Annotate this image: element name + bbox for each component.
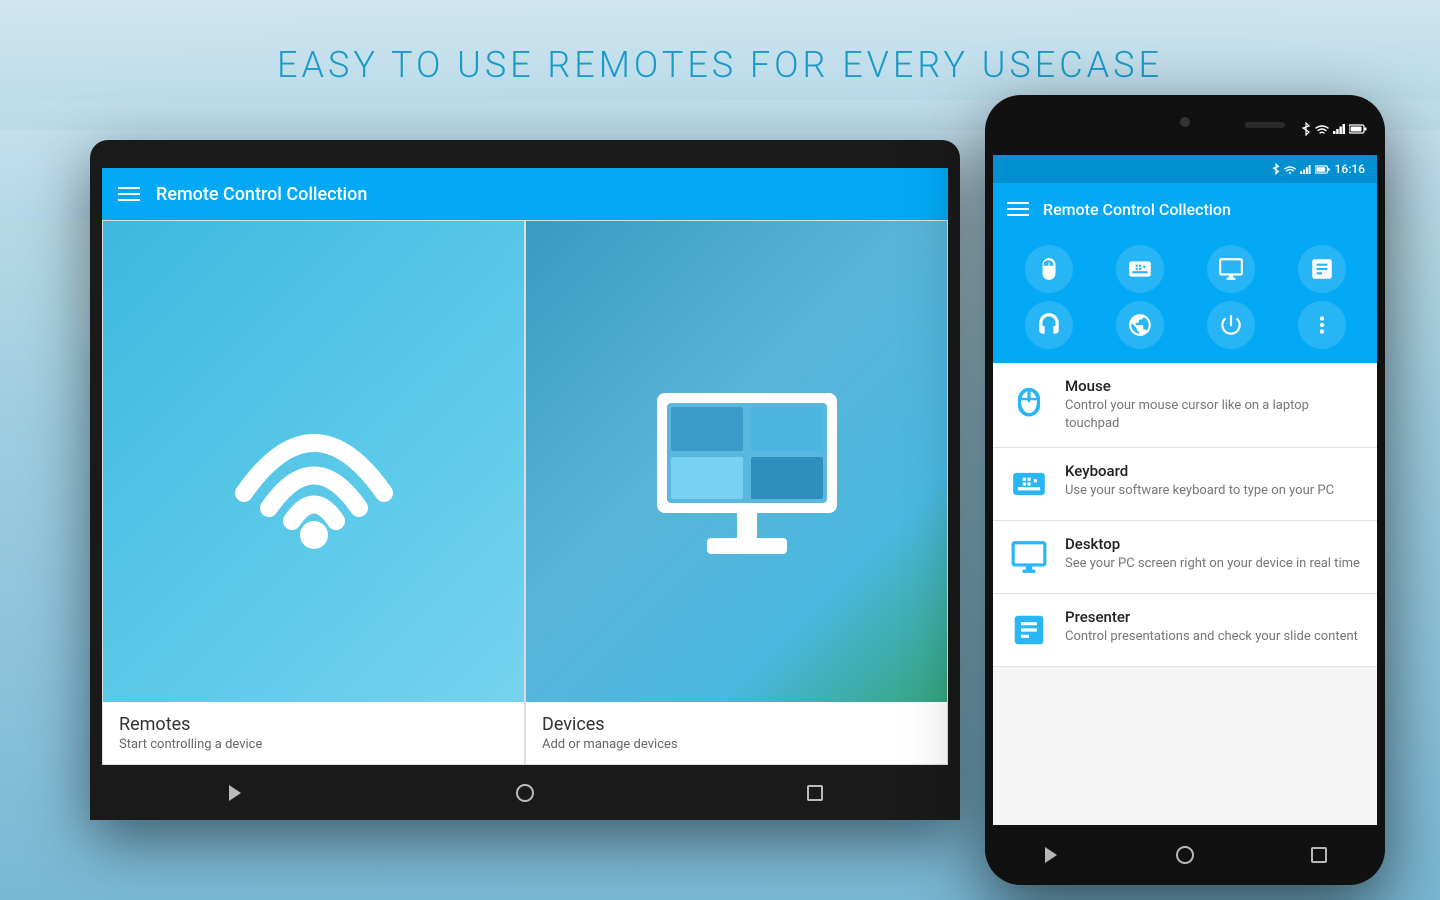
presenter-list-title: Presenter [1065,608,1358,626]
phone-time: 16:16 [1335,162,1365,176]
phone-icon-chart[interactable] [1298,245,1346,293]
desktop-list-text: Desktop See your PC screen right on your… [1065,535,1360,573]
tablet-recents-button[interactable] [803,781,827,805]
tablet-grid-remotes[interactable]: Remotes Start controlling a device [102,220,525,765]
wifi-status-icon [1315,124,1329,134]
battery-icon [1349,124,1367,134]
headphones-icon [1036,312,1062,338]
keyboard-list-svg [1010,465,1048,503]
phone-icon-grid [993,235,1377,363]
tablet-hamburger-icon[interactable] [118,187,140,201]
phone-hamburger-icon[interactable] [1007,202,1029,216]
phone-wifi-icon [1284,165,1296,174]
page-title: EASY TO USE REMOTES FOR EVERY USECASE [277,44,1163,86]
phone-icon-power[interactable] [1207,301,1255,349]
phone-bluetooth-icon [1272,163,1280,175]
phone-status-icons [1301,122,1367,136]
presenter-list-svg [1010,611,1048,649]
phone-signal-icon [1300,165,1311,174]
tablet-nav-bar [90,765,960,820]
mouse-icon [1036,256,1062,282]
phone-icon-headphones[interactable] [1025,301,1073,349]
phone-icon-mouse[interactable] [1025,245,1073,293]
desktop-list-title: Desktop [1065,535,1360,553]
desktop-icon-grid [1218,256,1244,282]
phone-body: 16:16 Remote Control Collection [985,95,1385,885]
tablet-back-button[interactable] [223,781,247,805]
remotes-subtitle: Start controlling a device [119,737,508,752]
tablet-grid-devices[interactable]: Devices Add or manage devices [525,220,948,765]
keyboard-icon-grid [1127,256,1153,282]
presenter-list-text: Presenter Control presentations and chec… [1065,608,1358,646]
mouse-list-title: Mouse [1065,377,1363,395]
devices-title: Devices [542,714,931,735]
phone-screen: 16:16 Remote Control Collection [993,155,1377,825]
phone-battery-icon [1315,165,1331,174]
chart-icon-grid [1309,256,1335,282]
tablet-screen: Remote Control Collection [102,168,948,765]
phone-icon-desktop-grid[interactable] [1207,245,1255,293]
remotes-title: Remotes [119,714,508,735]
more-icon [1309,312,1335,338]
bluetooth-icon [1301,122,1311,136]
tablet-app-bar: Remote Control Collection [102,168,948,220]
remotes-label: Remotes Start controlling a device [103,702,524,764]
devices-label: Devices Add or manage devices [526,702,947,764]
list-item-presenter[interactable]: Presenter Control presentations and chec… [993,594,1377,667]
phone-speaker [1245,122,1285,128]
phone-status-bar: 16:16 [993,155,1377,183]
phone-device: 16:16 Remote Control Collection [985,95,1385,885]
tablet-app-title: Remote Control Collection [156,184,367,205]
power-icon [1218,312,1244,338]
phone-nav-bar [985,825,1385,885]
tablet-body: Remote Control Collection [90,140,960,820]
desktop-list-svg [1010,538,1048,576]
tablet-home-button[interactable] [513,781,537,805]
presenter-list-icon [1007,608,1051,652]
keyboard-list-text: Keyboard Use your software keyboard to t… [1065,462,1334,500]
globe-icon [1127,312,1153,338]
keyboard-list-sub: Use your software keyboard to type on yo… [1065,482,1334,500]
mouse-list-icon [1007,377,1051,421]
desktop-list-icon [1007,535,1051,579]
phone-list: Mouse Control your mouse cursor like on … [993,363,1377,667]
devices-subtitle: Add or manage devices [542,737,931,752]
list-item-mouse[interactable]: Mouse Control your mouse cursor like on … [993,363,1377,448]
remotes-icon [214,373,414,573]
tablet-device: Remote Control Collection [90,140,960,820]
phone-camera [1180,117,1190,127]
mouse-list-svg [1010,380,1048,418]
phone-icon-globe[interactable] [1116,301,1164,349]
mouse-list-sub: Control your mouse cursor like on a lapt… [1065,397,1363,433]
keyboard-list-title: Keyboard [1065,462,1334,480]
mouse-list-text: Mouse Control your mouse cursor like on … [1065,377,1363,433]
phone-app-bar: Remote Control Collection [993,183,1377,235]
phone-app-title: Remote Control Collection [1043,200,1231,219]
list-item-keyboard[interactable]: Keyboard Use your software keyboard to t… [993,448,1377,521]
phone-back-button[interactable] [1043,849,1059,861]
list-item-desktop[interactable]: Desktop See your PC screen right on your… [993,521,1377,594]
signal-icon [1333,124,1345,134]
devices-icon [637,373,837,573]
phone-icon-more[interactable] [1298,301,1346,349]
desktop-list-sub: See your PC screen right on your device … [1065,555,1360,573]
keyboard-list-icon [1007,462,1051,506]
phone-recents-button[interactable] [1311,847,1327,863]
phone-home-button[interactable] [1176,846,1194,864]
tablet-grid: Remotes Start controlling a device [102,220,948,765]
presenter-list-sub: Control presentations and check your sli… [1065,628,1358,646]
phone-icon-keyboard[interactable] [1116,245,1164,293]
